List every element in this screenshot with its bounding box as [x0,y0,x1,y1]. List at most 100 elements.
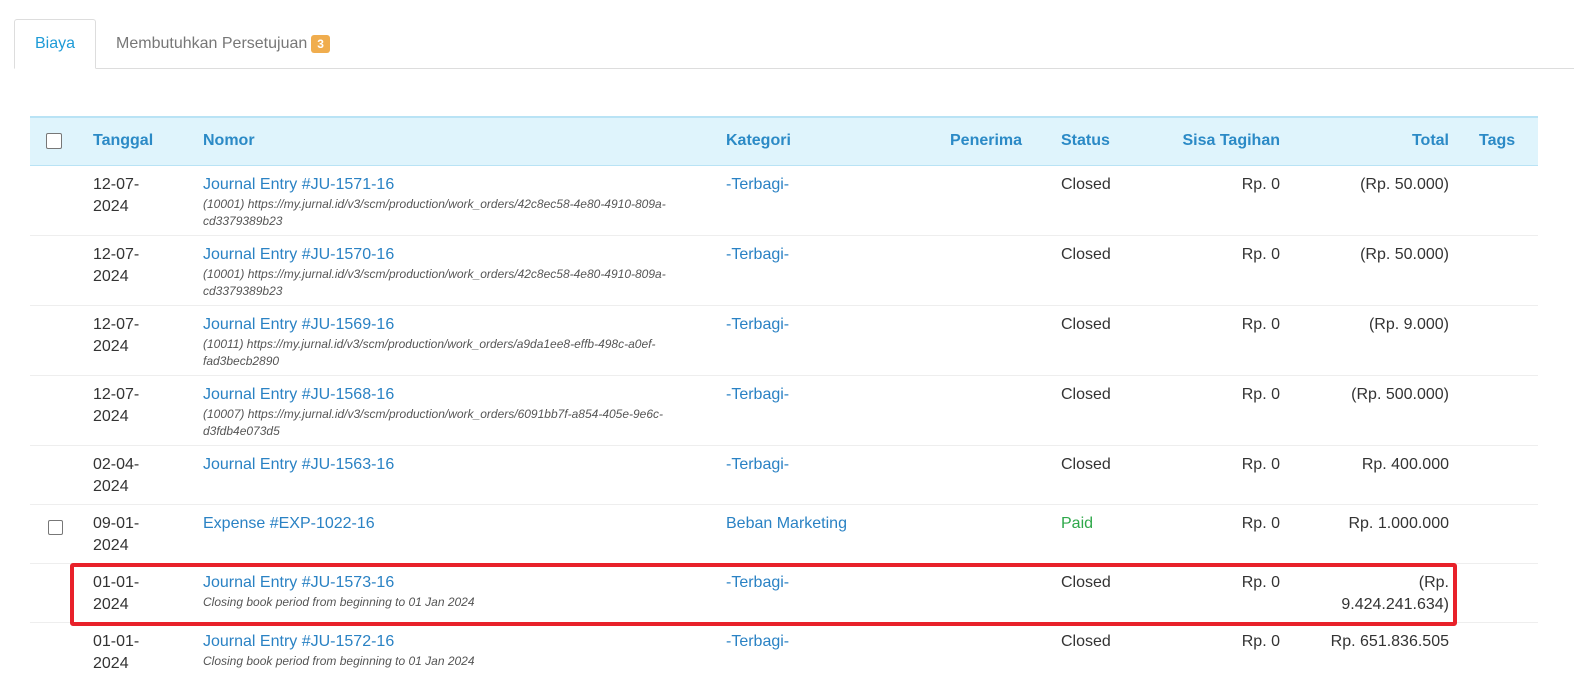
row-recipient [942,504,1053,564]
col-tanggal[interactable]: Tanggal [85,116,195,166]
row-date: 12-07-2024 [85,375,195,446]
row-memo: (10001) https://my.jurnal.id/v3/scm/prod… [203,196,666,228]
row-balance: Rp. 0 [1156,235,1288,306]
row-memo: (10007) https://my.jurnal.id/v3/scm/prod… [203,406,664,438]
row-total: (Rp. 500.000) [1288,375,1457,446]
row-status: Closed [1053,445,1156,505]
row-category-link[interactable]: -Terbagi- [726,574,789,591]
row-number-cell: Journal Entry #JU-1568-16 (10007) https:… [195,375,718,446]
row-date: 09-01-2024 [85,504,195,564]
row-status: Closed [1061,632,1111,650]
row-number-cell: Journal Entry #JU-1570-16 (10001) https:… [195,235,718,306]
row-total: Rp. 1.000.000 [1288,504,1457,564]
row-balance: Rp. 0 [1156,563,1288,623]
row-category: -Terbagi- [718,445,942,505]
tab-approval[interactable]: Membutuhkan Persetujuan 3 [96,19,350,68]
col-kategori[interactable]: Kategori [718,116,942,166]
table-row: 01-01-2024 Journal Entry #JU-1572-16 Clo… [30,622,1538,682]
row-recipient [942,165,1053,236]
row-category: -Terbagi- [718,622,942,682]
row-status: Closed [1053,375,1156,446]
tab-approval-label: Membutuhkan Persetujuan [116,34,308,52]
table-row: 12-07-2024 Journal Entry #JU-1568-16 (10… [30,375,1538,446]
row-recipient [942,305,1053,376]
row-balance: Rp. 0 [1156,504,1288,564]
col-nomor[interactable]: Nomor [195,116,718,166]
row-category: -Terbagi- [718,305,942,376]
col-status[interactable]: Status [1053,116,1156,166]
row-tags [1457,305,1538,376]
row-category-link[interactable]: -Terbagi- [726,316,789,333]
select-all-cell [30,116,85,166]
row-select-cell [30,235,85,306]
row-recipient [942,235,1053,306]
table-row: 02-04-2024 Journal Entry #JU-1563-16 -Te… [30,445,1538,505]
col-total[interactable]: Total [1288,116,1457,166]
row-date: 01-01-2024 [93,632,140,672]
row-category-link[interactable]: -Terbagi- [726,456,789,473]
row-status: Closed [1053,563,1156,623]
row-date: 12-07-2024 [85,235,195,306]
row-memo: Closing book period from beginning to 01… [203,594,475,609]
row-select-cell [30,504,85,564]
row-number-link[interactable]: Journal Entry #JU-1571-16 [203,176,394,193]
row-total: (Rp. 9.424.241.634) [1288,563,1457,623]
row-category: -Terbagi- [718,563,942,623]
row-number-cell: Expense #EXP-1022-16 [195,504,718,564]
row-category-link[interactable]: -Terbagi- [726,176,789,193]
row-number-cell: Journal Entry #JU-1563-16 [195,445,718,505]
row-tags [1457,445,1538,505]
table-header: Tanggal Nomor Kategori Penerima Status S… [30,116,1538,166]
row-total: Rp. 651.836.505 [1330,632,1449,650]
col-penerima[interactable]: Penerima [942,116,1053,166]
row-balance: Rp. 0 [1241,632,1280,650]
row-number-link[interactable]: Journal Entry #JU-1572-16 [203,633,394,650]
row-checkbox[interactable] [48,519,63,535]
row-recipient [942,375,1053,446]
row-tags [1457,375,1538,446]
row-balance: Rp. 0 [1156,445,1288,505]
row-number-link[interactable]: Journal Entry #JU-1563-16 [203,456,394,473]
tab-biaya-label: Biaya [35,35,76,52]
row-total: (Rp. 50.000) [1288,165,1457,236]
row-category-link[interactable]: -Terbagi- [726,633,789,650]
row-number-link[interactable]: Journal Entry #JU-1568-16 [203,386,394,403]
row-recipient [942,445,1053,505]
row-category: Beban Marketing [718,504,942,564]
row-number-cell: Journal Entry #JU-1571-16 (10001) https:… [195,165,718,236]
row-memo: (10001) https://my.jurnal.id/v3/scm/prod… [203,266,666,298]
row-select-cell [30,165,85,236]
table-row: 12-07-2024 Journal Entry #JU-1571-16 (10… [30,165,1538,236]
row-number-cell: Journal Entry #JU-1573-16 Closing book p… [195,563,718,623]
row-memo: (10011) https://my.jurnal.id/v3/scm/prod… [203,336,656,368]
row-number-link[interactable]: Journal Entry #JU-1569-16 [203,316,394,333]
tab-biaya[interactable]: Biaya [14,19,97,69]
row-number-link[interactable]: Journal Entry #JU-1573-16 [203,574,394,591]
row-select-cell [30,305,85,376]
row-tags [1457,235,1538,306]
row-tags [1457,622,1538,682]
col-sisa-tagihan[interactable]: Sisa Tagihan [1156,116,1288,166]
row-number-link[interactable]: Expense #EXP-1022-16 [203,515,375,532]
row-tags [1457,165,1538,236]
row-category-link[interactable]: -Terbagi- [726,386,789,403]
table-row-highlighted: 01-01-2024 Journal Entry #JU-1573-16 Clo… [30,563,1538,623]
row-status: Closed [1053,235,1156,306]
row-recipient [942,622,1053,682]
row-select-cell [30,622,85,682]
row-select-cell [30,445,85,505]
row-recipient [942,563,1053,623]
table-row: 12-07-2024 Journal Entry #JU-1569-16 (10… [30,305,1538,376]
row-number-cell: Journal Entry #JU-1569-16 (10011) https:… [195,305,718,376]
row-select-cell [30,375,85,446]
row-number-link[interactable]: Journal Entry #JU-1570-16 [203,246,394,263]
row-total: Rp. 400.000 [1288,445,1457,505]
col-tags[interactable]: Tags [1457,116,1538,166]
row-tags [1457,504,1538,564]
select-all-checkbox[interactable] [46,133,62,150]
approval-count-badge: 3 [311,34,330,53]
expense-table: Tanggal Nomor Kategori Penerima Status S… [30,116,1538,682]
row-category-link[interactable]: -Terbagi- [726,246,789,263]
row-category-link[interactable]: Beban Marketing [726,515,847,532]
row-select-cell [30,563,85,623]
